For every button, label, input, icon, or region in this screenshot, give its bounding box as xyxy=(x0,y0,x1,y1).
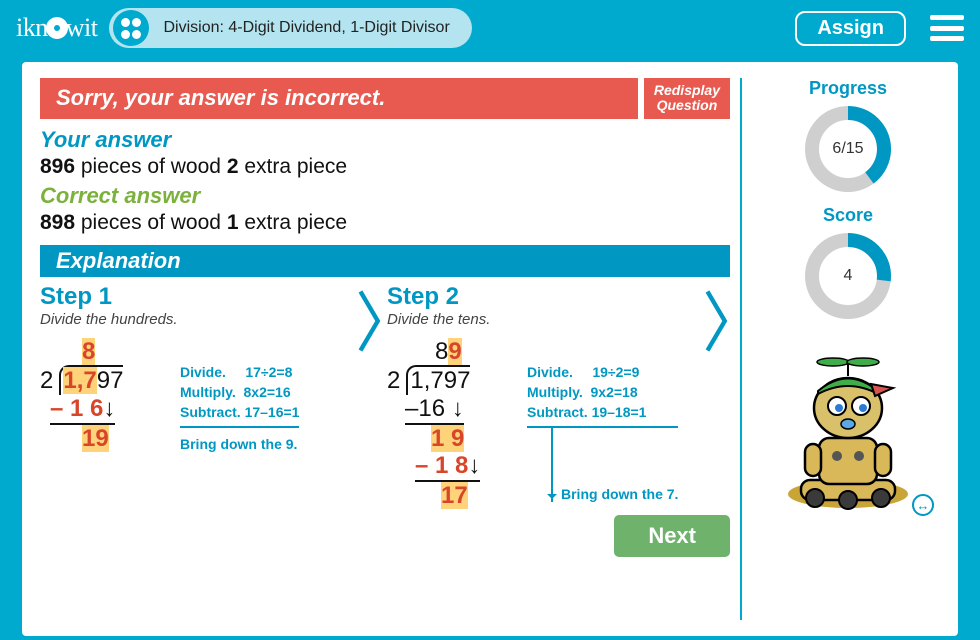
step-1-longdivision: 8 21,797 – 1 6↓ 19 xyxy=(40,338,170,452)
next-button[interactable]: Next xyxy=(614,515,730,557)
progress-value: 6/15 xyxy=(802,103,894,195)
step-2-longdivision: 89 21,797 –16 ↓ 1 9 – 1 8↓ 17 xyxy=(387,338,517,510)
steps-row: Step 1 Divide the hundreds. 8 21,797 – 1… xyxy=(40,283,730,510)
step-2: Step 2 Divide the tens. 89 21,797 –16 ↓ … xyxy=(387,283,700,510)
step-2-title: Step 2 xyxy=(387,283,700,311)
category-icon xyxy=(113,10,149,46)
content-stage: Sorry, your answer is incorrect. Redispl… xyxy=(22,62,958,636)
assign-button[interactable]: Assign xyxy=(795,11,906,46)
correct-answer-value: 898 pieces of wood 1 extra piece xyxy=(40,211,730,235)
step-1-title: Step 1 xyxy=(40,283,353,311)
score-ring: 4 xyxy=(802,230,894,322)
swap-character-icon[interactable]: ↔ xyxy=(912,494,934,516)
side-panel: Progress 6/15 Score 4 xyxy=(740,78,940,620)
bring-down-arrow-icon xyxy=(551,428,553,502)
brand-logo[interactable]: iknwit xyxy=(16,13,97,43)
step-1-notes: Divide. 17÷2=8 Multiply. 8x2=16 Subtract… xyxy=(180,362,299,428)
chevron-right-icon xyxy=(357,286,383,356)
step-2-subtitle: Divide the tens. xyxy=(387,311,700,328)
robot-mascot xyxy=(763,346,933,521)
feedback-banner: Sorry, your answer is incorrect. xyxy=(40,78,638,119)
progress-label: Progress xyxy=(809,78,887,99)
top-bar: iknwit Division: 4-Digit Dividend, 1-Dig… xyxy=(0,0,980,56)
correct-answer-label: Correct answer xyxy=(40,183,730,209)
redisplay-question-button[interactable]: Redisplay Question xyxy=(644,78,730,119)
progress-ring: 6/15 xyxy=(802,103,894,195)
score-value: 4 xyxy=(802,230,894,322)
chevron-right-icon[interactable] xyxy=(704,286,730,356)
step-1-bringdown: Bring down the 9. xyxy=(180,436,299,452)
your-answer-label: Your answer xyxy=(40,127,730,153)
menu-icon[interactable] xyxy=(930,15,964,41)
step-2-notes: Divide. 19÷2=9 Multiply. 9x2=18 Subtract… xyxy=(527,362,678,428)
breadcrumb-text: Division: 4-Digit Dividend, 1-Digit Divi… xyxy=(163,19,449,37)
score-label: Score xyxy=(823,205,873,226)
breadcrumb-pill[interactable]: Division: 4-Digit Dividend, 1-Digit Divi… xyxy=(109,8,471,48)
your-answer-value: 896 pieces of wood 2 extra piece xyxy=(40,155,730,179)
explanation-heading: Explanation xyxy=(40,245,730,277)
main-panel: Sorry, your answer is incorrect. Redispl… xyxy=(40,78,730,620)
step-1: Step 1 Divide the hundreds. 8 21,797 – 1… xyxy=(40,283,353,510)
step-2-bringdown: Bring down the 7. xyxy=(561,486,678,502)
step-1-subtitle: Divide the hundreds. xyxy=(40,311,353,328)
